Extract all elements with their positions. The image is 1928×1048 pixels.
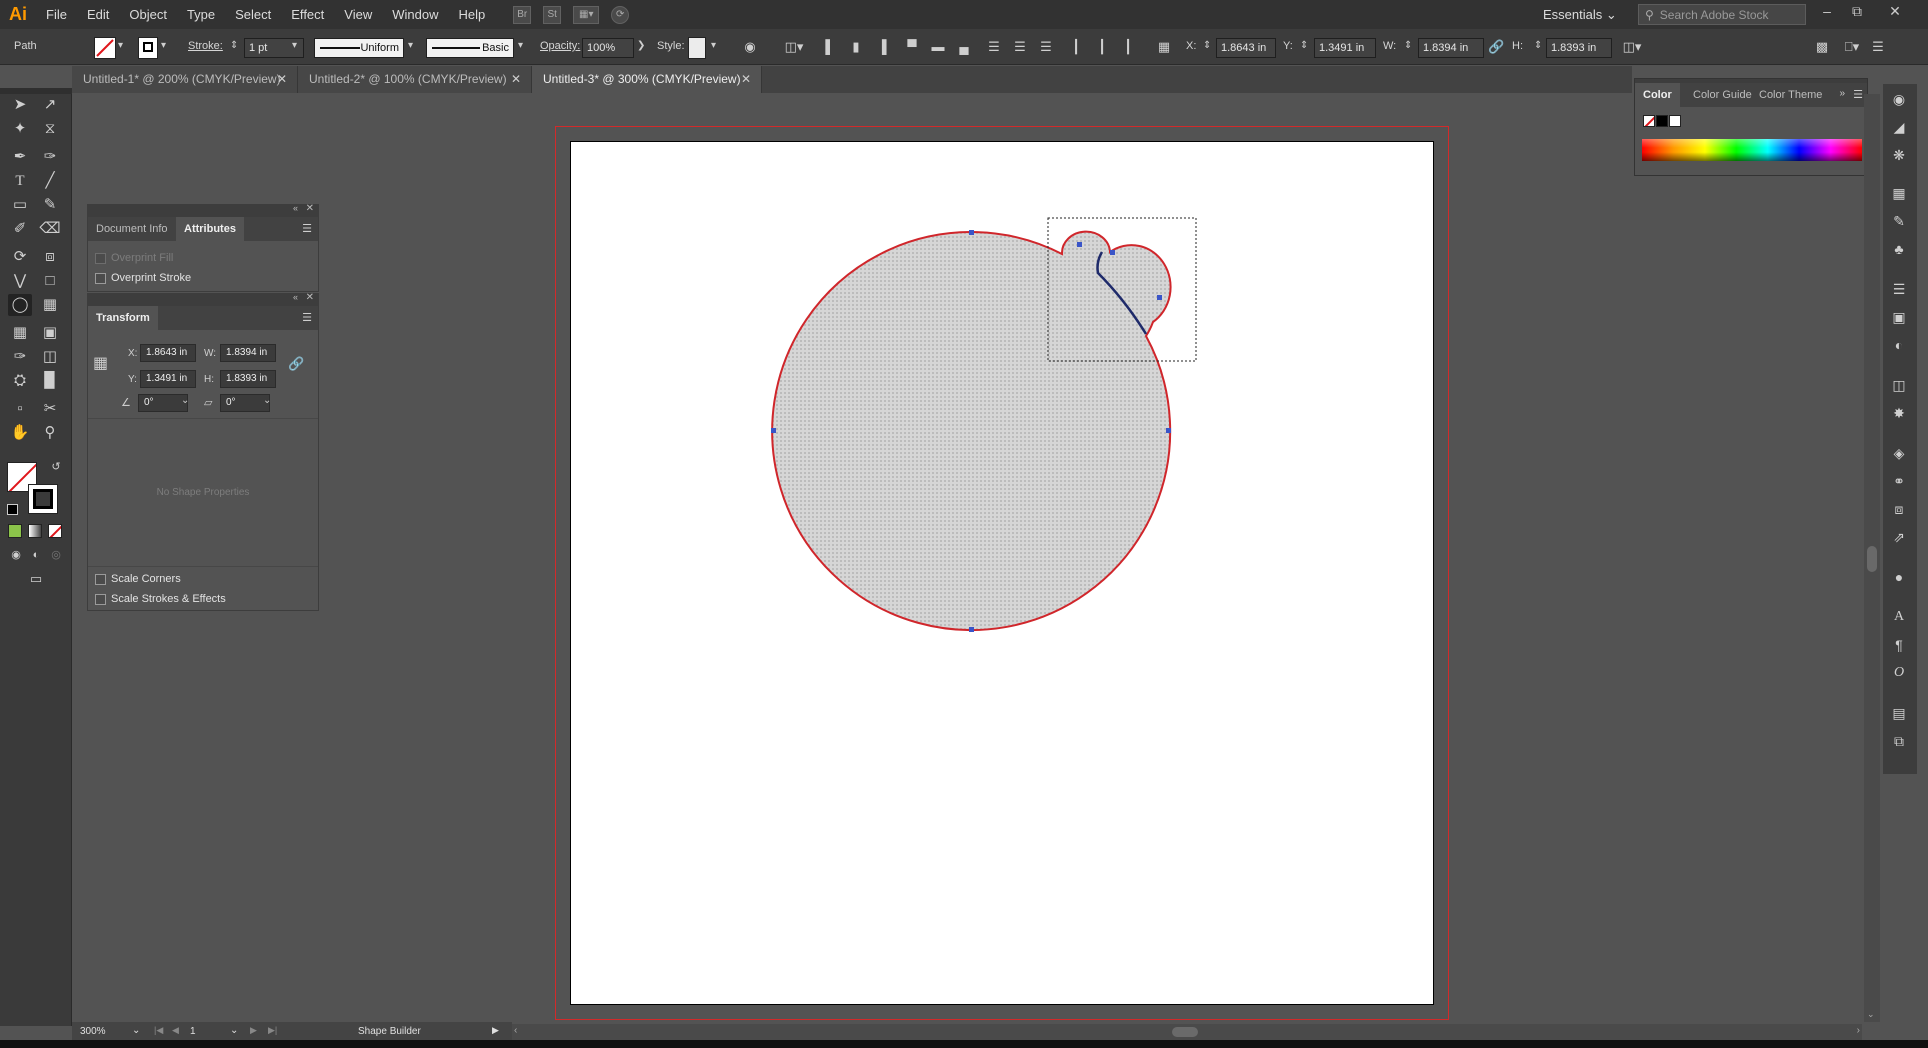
anchor-point[interactable] [969,230,974,235]
brushes-icon[interactable]: ✎ [1888,210,1910,232]
tab-color[interactable]: Color [1635,83,1680,107]
chevron-down-icon[interactable]: ⌄ [1867,1009,1875,1020]
image-trace-icon[interactable]: ● [1888,566,1910,588]
none-swatch-icon [1644,116,1654,126]
status-menu-icon[interactable]: ▶ [492,1025,499,1036]
horizontal-scroll-thumb[interactable] [1172,1027,1198,1037]
status-bar: 300% ⌄ |◀ ◀ 1 ⌄ ▶ ▶| Shape Builder ▶ [72,1022,512,1042]
color-spectrum[interactable] [1642,139,1862,161]
anchor-point[interactable] [1157,295,1162,300]
tab-color-guide[interactable]: Color Guide [1685,83,1760,107]
graphic-styles-icon[interactable]: ✸ [1888,402,1910,424]
anchor-point[interactable] [1110,250,1115,255]
vertical-scroll-thumb[interactable] [1867,546,1877,572]
artboard-number[interactable]: 1 [190,1026,196,1037]
layers-icon[interactable]: ◈ [1888,442,1910,464]
stroke-icon[interactable]: ☰ [1888,278,1910,300]
anchor-point[interactable] [1077,242,1082,247]
current-tool-label: Shape Builder [358,1026,421,1037]
anchor-point[interactable] [1166,428,1171,433]
pathfinder-icon[interactable]: ⧉ [1888,730,1910,752]
zoom-level[interactable]: 300% [80,1026,106,1037]
align-icon[interactable]: ▤ [1888,702,1910,724]
transparency-icon[interactable]: ◐ [1888,334,1910,356]
color-black-swatch[interactable] [1656,115,1668,127]
asset-export-icon[interactable]: ⇗ [1888,526,1910,548]
character-icon[interactable]: A [1888,606,1910,628]
anchor-point[interactable] [771,428,776,433]
opentype-icon[interactable]: O [1888,662,1910,684]
horizontal-scrollbar[interactable]: ‹ › [512,1024,1862,1040]
previous-artboard-icon[interactable]: ◀ [172,1025,179,1036]
merged-circle-shape[interactable] [771,230,1172,632]
color-none-swatch[interactable] [1643,115,1655,127]
symbols-icon[interactable]: ♣ [1888,238,1910,260]
last-artboard-icon[interactable]: ▶| [268,1025,277,1036]
gradient-icon[interactable]: ▣ [1888,306,1910,328]
vertical-scrollbar[interactable]: ⌄ [1864,94,1880,1022]
color-panel-tabs: Color Color Guide Color Theme » ☰ [1635,83,1867,107]
next-artboard-icon[interactable]: ▶ [250,1025,257,1036]
artboards-icon[interactable]: ⧈ [1888,498,1910,520]
expand-panel-icon[interactable]: » [1839,88,1845,99]
panel-menu-icon[interactable]: ☰ [1853,88,1863,101]
color-guide-icon[interactable]: ◢ [1888,116,1910,138]
chevron-left-icon[interactable]: ‹ [514,1025,517,1036]
libraries-icon[interactable]: ⚭ [1888,470,1910,492]
os-taskbar [0,1040,1928,1048]
tab-color-themes[interactable]: Color Theme [1751,83,1830,107]
color-panel: Color Color Guide Color Theme » ☰ [1634,78,1868,176]
chevron-down-icon[interactable]: ⌄ [230,1025,238,1036]
paragraph-icon[interactable]: ¶ [1888,634,1910,656]
anchor-point[interactable] [969,627,974,632]
color-themes-icon[interactable]: ❋ [1888,144,1910,166]
chevron-right-icon[interactable]: › [1857,1025,1860,1036]
panel-dock: ◉ ◢ ❋ ▦ ✎ ♣ ☰ ▣ ◐ ◫ ✸ ◈ ⚭ ⧈ ⇗ ● A ¶ O ▤ … [1883,84,1917,774]
chevron-down-icon[interactable]: ⌄ [132,1025,140,1036]
first-artboard-icon[interactable]: |◀ [154,1025,163,1036]
color-panel-icon[interactable]: ◉ [1888,88,1910,110]
color-white-swatch[interactable] [1669,115,1681,127]
swatches-icon[interactable]: ▦ [1888,182,1910,204]
appearance-icon[interactable]: ◫ [1888,374,1910,396]
